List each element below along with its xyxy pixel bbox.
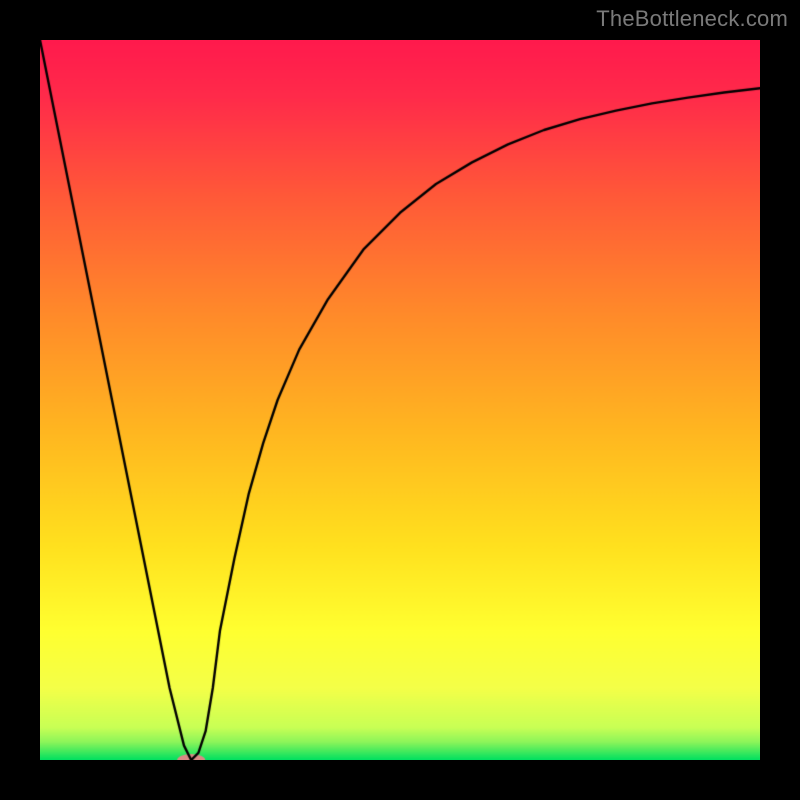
watermark-text: TheBottleneck.com: [596, 6, 788, 32]
bottleneck-curve-plot: [40, 40, 760, 760]
chart-frame: TheBottleneck.com: [0, 0, 800, 800]
